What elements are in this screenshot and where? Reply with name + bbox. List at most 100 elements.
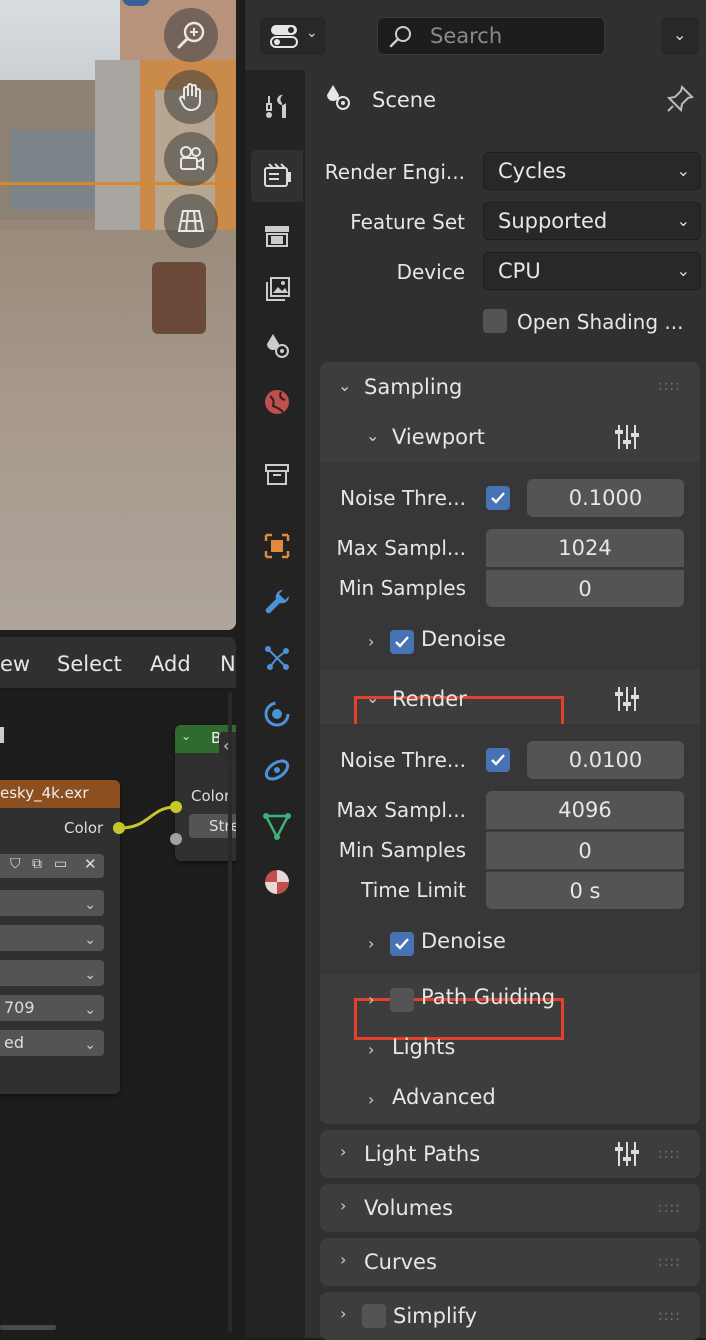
light-paths-panel[interactable]: › Light Paths ::::: [320, 1130, 700, 1178]
tab-render[interactable]: [251, 150, 303, 202]
chevron-down-icon: ⌄: [676, 161, 690, 180]
max-samples-field[interactable]: 1024: [486, 529, 684, 567]
render-engine-value: Cycles: [498, 159, 567, 183]
presets-icon[interactable]: [612, 1139, 642, 1169]
chevron-right-icon: ›: [340, 1304, 347, 1323]
presets-icon[interactable]: [612, 684, 642, 714]
ortho-toggle-button[interactable]: [164, 194, 218, 248]
tab-collection[interactable]: [251, 448, 303, 500]
chevron-right-icon[interactable]: ›: [368, 1090, 374, 1109]
simplify-checkbox[interactable]: [362, 1304, 386, 1328]
tab-view-layer[interactable]: [251, 264, 303, 316]
feature-set-dropdown[interactable]: Supported ⌄: [483, 202, 701, 240]
color-input-label: Color: [191, 787, 231, 805]
render-engine-dropdown[interactable]: Cycles ⌄: [483, 152, 701, 190]
zoom-button[interactable]: [164, 8, 218, 62]
drag-handle-icon[interactable]: ::::: [658, 1308, 681, 1324]
properties-header: ⌄ Search ⌄: [245, 0, 706, 70]
min-samples-field[interactable]: 0: [486, 831, 684, 869]
collapse-icon[interactable]: ⌄: [181, 729, 191, 743]
path-guiding-checkbox[interactable]: [390, 988, 414, 1012]
chevron-down-icon: ⌄: [84, 1002, 96, 1018]
tab-scene[interactable]: [251, 320, 303, 372]
node-editor[interactable]: ew Select Add N esky_4k.exr Color ⛉ ⧉ ▭ …: [0, 637, 236, 1338]
time-limit-field[interactable]: 0 s: [486, 871, 684, 909]
tab-world[interactable]: [251, 376, 303, 428]
drag-handle-icon[interactable]: ::::: [658, 1200, 681, 1216]
drag-handle-icon[interactable]: ::::: [658, 378, 681, 394]
search-icon: [389, 26, 411, 48]
tab-particles[interactable]: [251, 632, 303, 684]
simplify-panel[interactable]: › Simplify ::::: [320, 1292, 700, 1340]
search-placeholder: Search: [430, 24, 503, 48]
tab-constraints[interactable]: [251, 744, 303, 796]
strength-input-socket[interactable]: [170, 833, 182, 845]
tab-modifiers[interactable]: [251, 576, 303, 628]
path-guiding-label[interactable]: Path Guiding: [421, 985, 555, 1009]
chevron-right-icon: ›: [340, 1250, 347, 1269]
scene-icon: [327, 85, 350, 110]
viewport-subpanel-title[interactable]: Viewport: [392, 425, 485, 449]
chevron-right-icon: ›: [340, 1142, 347, 1161]
tab-data[interactable]: [251, 800, 303, 852]
chevron-right-icon[interactable]: ›: [368, 1040, 374, 1059]
lights-subpanel-title[interactable]: Lights: [392, 1035, 455, 1059]
viewport-denoise-checkbox[interactable]: [390, 630, 414, 654]
volumes-panel[interactable]: › Volumes ::::: [320, 1184, 700, 1232]
advanced-subpanel-title[interactable]: Advanced: [392, 1085, 496, 1109]
max-samples-field[interactable]: 4096: [486, 791, 684, 829]
grid-icon: [177, 210, 205, 232]
tool-icon: [266, 94, 286, 118]
camera-view-button[interactable]: [164, 132, 218, 186]
sampling-title[interactable]: Sampling: [364, 375, 462, 399]
image-field-3[interactable]: ⌄: [0, 960, 104, 986]
curves-panel[interactable]: › Curves ::::: [320, 1238, 700, 1286]
max-samples-label: Max Sampl...: [336, 536, 466, 560]
tab-tool[interactable]: [251, 80, 303, 132]
device-dropdown[interactable]: CPU ⌄: [483, 252, 701, 290]
field-value: 709: [4, 998, 35, 1017]
chevron-right-icon[interactable]: ›: [368, 990, 374, 1009]
horizontal-scrollbar[interactable]: [0, 1325, 56, 1330]
open-shading-checkbox[interactable]: [483, 309, 507, 333]
editor-type-button[interactable]: ⌄: [260, 17, 326, 55]
search-input[interactable]: Search: [377, 17, 605, 55]
render-denoise-checkbox[interactable]: [390, 932, 414, 956]
color-input-socket[interactable]: [170, 801, 182, 813]
camera-icon: [180, 146, 204, 171]
building-left-lower: [10, 130, 100, 210]
chevron-right-icon[interactable]: ›: [368, 632, 374, 651]
noise-threshold-field[interactable]: 0.1000: [527, 479, 684, 517]
viewport-subpanel: Noise Thre... 0.1000 Max Sampl... 1024 M…: [320, 462, 700, 670]
presets-icon[interactable]: [612, 422, 642, 452]
render-icon: [264, 163, 291, 187]
3d-viewport[interactable]: [0, 0, 236, 630]
chevron-down-icon[interactable]: ⌄: [338, 376, 351, 395]
noise-threshold-label: Noise Thre...: [340, 748, 466, 772]
drag-handle-icon[interactable]: ::::: [658, 1146, 681, 1162]
vertical-scrollbar[interactable]: [228, 692, 232, 1332]
render-subpanel-title[interactable]: Render: [392, 687, 467, 711]
sampling-panel: ⌄ Sampling :::: ⌄ Viewport Noise Thre...…: [320, 362, 700, 1124]
options-dropdown[interactable]: ⌄: [661, 17, 699, 55]
tab-output[interactable]: [251, 210, 303, 262]
min-samples-field[interactable]: 0: [486, 569, 684, 607]
pin-icon[interactable]: [665, 84, 695, 114]
color-space-field[interactable]: 709 ⌄: [0, 995, 104, 1021]
pan-button[interactable]: [164, 70, 218, 124]
open-shading-label: Open Shading ...: [517, 310, 684, 334]
chevron-down-icon[interactable]: ⌄: [366, 426, 379, 445]
noise-threshold-checkbox[interactable]: [486, 748, 510, 772]
collection-icon: [265, 464, 289, 485]
chevron-right-icon[interactable]: ›: [368, 934, 374, 953]
tab-material[interactable]: [251, 856, 303, 908]
chevron-down-icon[interactable]: ⌄: [366, 688, 379, 707]
tab-physics[interactable]: [251, 688, 303, 740]
noise-threshold-field[interactable]: 0.0100: [527, 741, 684, 779]
tab-object[interactable]: [251, 520, 303, 572]
editor-type-icon: [270, 25, 298, 48]
noise-threshold-checkbox[interactable]: [486, 486, 510, 510]
alpha-field[interactable]: ed ⌄: [0, 1030, 104, 1056]
drag-handle-icon[interactable]: ::::: [658, 1254, 681, 1270]
mesh-data-icon: [263, 813, 291, 840]
